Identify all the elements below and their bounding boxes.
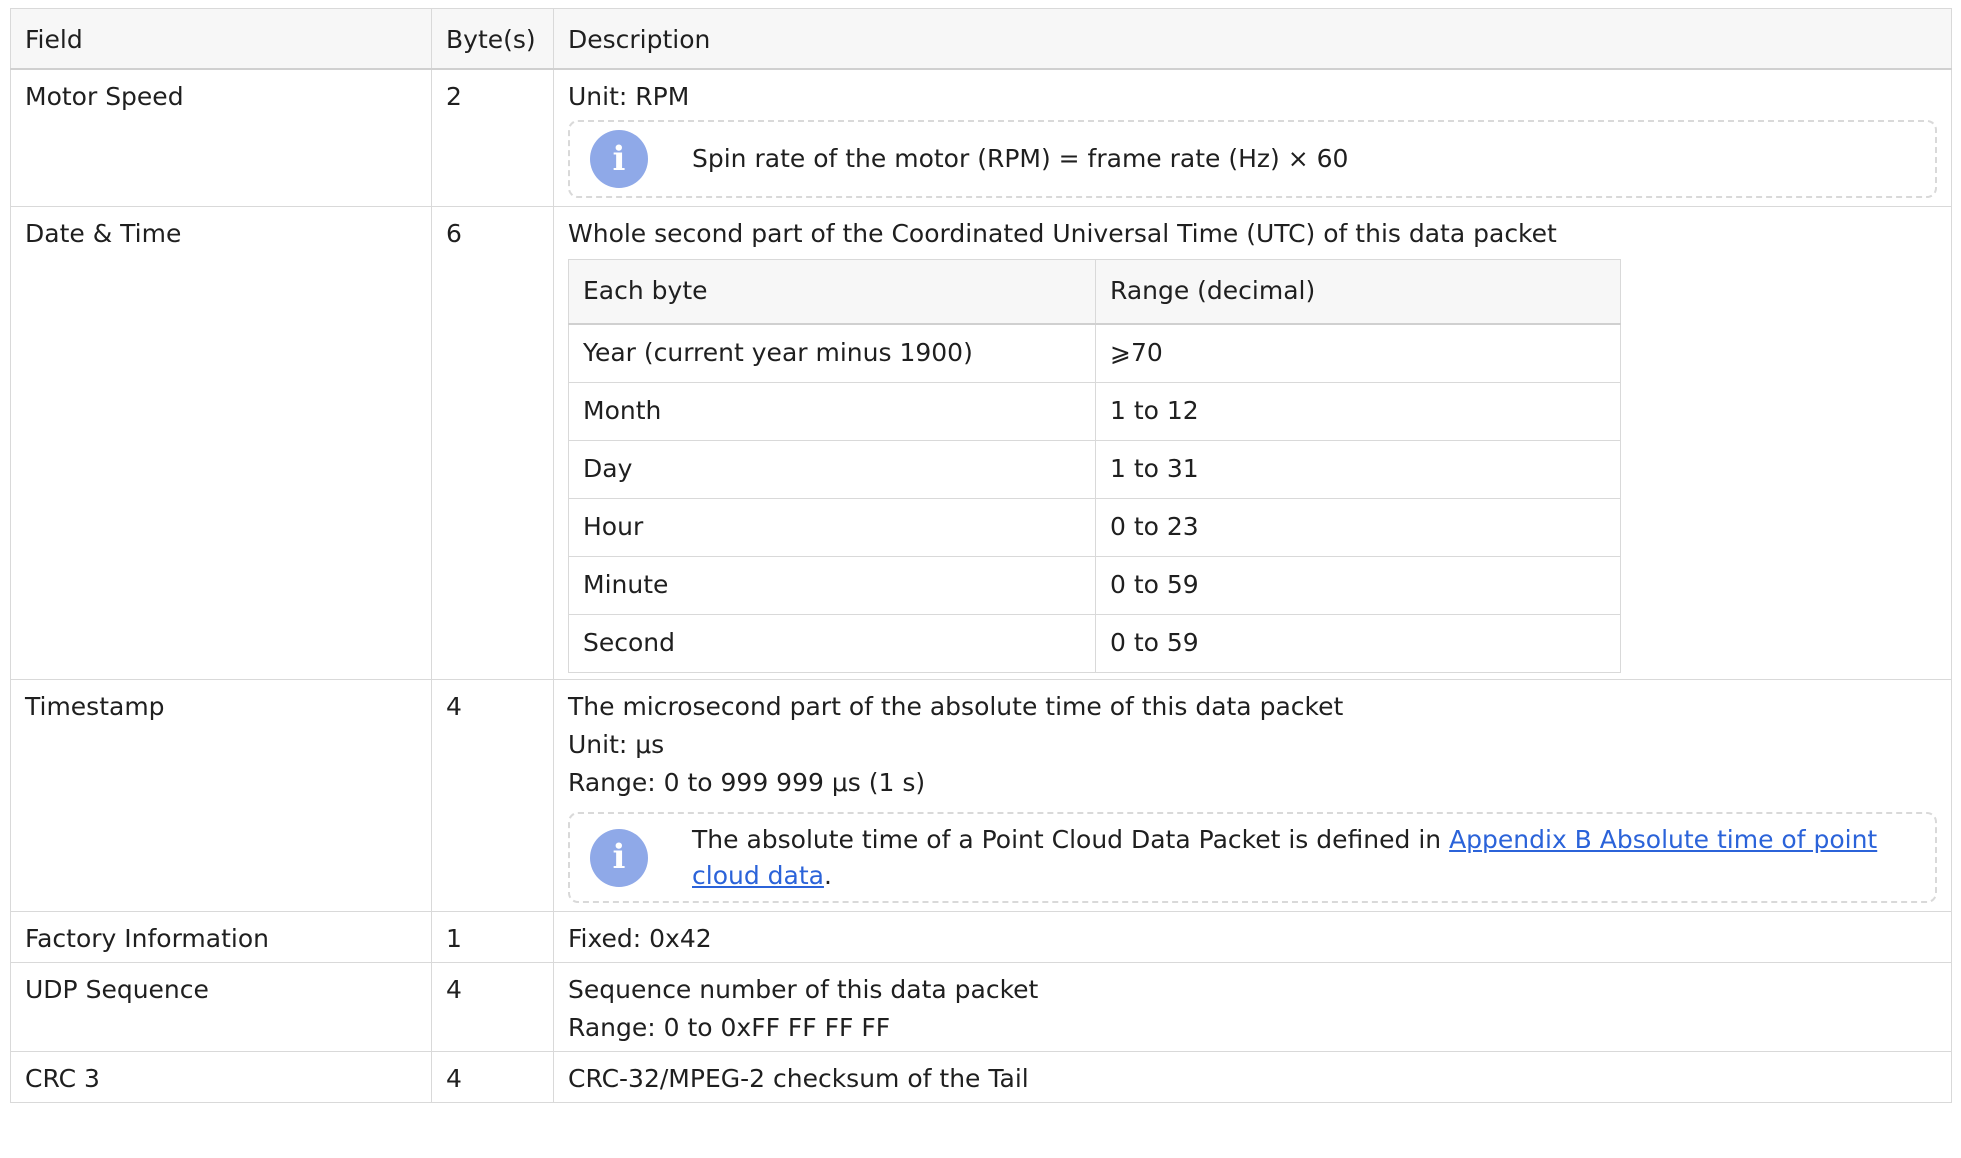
info-note: i The absolute time of a Point Cloud Dat… (568, 812, 1937, 903)
subtable-row: Minute 0 to 59 (568, 556, 1621, 615)
description-cell: The microsecond part of the absolute tim… (553, 679, 1952, 912)
subtable-cell-byte: Year (current year minus 1900) (568, 323, 1096, 383)
description-cell: Fixed: 0x42 (553, 911, 1952, 963)
description-line: Whole second part of the Coordinated Uni… (568, 219, 1557, 248)
header-row: Field Byte(s) Description (10, 8, 1952, 70)
subtable-header-byte: Each byte (568, 259, 1096, 325)
field-name: Timestamp (10, 679, 432, 912)
description-line: The microsecond part of the absolute tim… (568, 692, 1344, 721)
table-row-date-time: Date & Time 6 Whole second part of the C… (10, 206, 1952, 680)
subtable-cell-range: 1 to 12 (1095, 382, 1621, 441)
table-header: Field Byte(s) Description (10, 8, 1952, 70)
subtable-cell-range: 0 to 23 (1095, 498, 1621, 557)
field-table: Field Byte(s) Description Motor Speed 2 … (10, 8, 1952, 1103)
byte-count: 2 (431, 68, 554, 207)
info-icon: i (590, 828, 648, 887)
table-row-timestamp: Timestamp 4 The microsecond part of the … (10, 679, 1952, 912)
subtable-header-row: Each byte Range (decimal) (568, 259, 1621, 325)
byte-count: 4 (431, 679, 554, 912)
subtable-cell-range: 0 to 59 (1095, 556, 1621, 615)
description-line: Range: 0 to 0xFF FF FF FF (568, 1013, 891, 1042)
description-line: Range: 0 to 999 999 μs (1 s) (568, 768, 926, 797)
table-row-udp-sequence: UDP Sequence 4 Sequence number of this d… (10, 962, 1952, 1052)
subtable-cell-byte: Second (568, 614, 1096, 673)
description-cell: Whole second part of the Coordinated Uni… (553, 206, 1952, 680)
field-name: Motor Speed (10, 68, 432, 207)
document-body: Field Byte(s) Description Motor Speed 2 … (0, 0, 1961, 1103)
field-name: Factory Information (10, 911, 432, 963)
table-row-factory-information: Factory Information 1 Fixed: 0x42 (10, 911, 1952, 963)
subtable-header-range: Range (decimal) (1095, 259, 1621, 325)
subtable-row: Year (current year minus 1900) ⩾70 (568, 323, 1621, 383)
description-cell: Sequence number of this data packet Rang… (553, 962, 1952, 1052)
subtable-cell-byte: Day (568, 440, 1096, 499)
note-text: Spin rate of the motor (RPM) = frame rat… (692, 144, 1349, 174)
info-icon: i (590, 130, 648, 188)
description-line: Sequence number of this data packet (568, 975, 1039, 1004)
header-field: Field (10, 8, 432, 70)
table-row-crc-3: CRC 3 4 CRC-32/MPEG-2 checksum of the Ta… (10, 1051, 1952, 1103)
field-name: UDP Sequence (10, 962, 432, 1052)
range-subtable: Each byte Range (decimal) Year (current … (568, 259, 1621, 673)
byte-count: 1 (431, 911, 554, 963)
subtable-cell-byte: Minute (568, 556, 1096, 615)
subtable-row: Month 1 to 12 (568, 382, 1621, 441)
byte-count: 4 (431, 962, 554, 1052)
description-line: Unit: RPM (568, 82, 690, 111)
description-line: CRC-32/MPEG-2 checksum of the Tail (568, 1064, 1029, 1093)
byte-count: 4 (431, 1051, 554, 1103)
subtable-row: Hour 0 to 23 (568, 498, 1621, 557)
subtable-row: Day 1 to 31 (568, 440, 1621, 499)
note-text-before: The absolute time of a Point Cloud Data … (692, 825, 1450, 854)
description-line: Fixed: 0x42 (568, 924, 712, 953)
subtable-row: Second 0 to 59 (568, 614, 1621, 673)
note-text-after: . (823, 860, 832, 890)
table-row-motor-speed: Motor Speed 2 Unit: RPM i Spin rate of t… (10, 68, 1952, 207)
note-text: The absolute time of a Point Cloud Data … (692, 822, 1919, 893)
subtable-cell-byte: Hour (568, 498, 1096, 557)
field-name: Date & Time (10, 206, 432, 680)
header-description: Description (553, 8, 1952, 70)
description-cell: CRC-32/MPEG-2 checksum of the Tail (553, 1051, 1952, 1103)
field-name: CRC 3 (10, 1051, 432, 1103)
info-note: i Spin rate of the motor (RPM) = frame r… (568, 120, 1937, 198)
subtable-cell-range: 0 to 59 (1095, 614, 1621, 673)
subtable-cell-range: 1 to 31 (1095, 440, 1621, 499)
subtable-cell-range: ⩾70 (1095, 323, 1621, 383)
byte-count: 6 (431, 206, 554, 680)
description-line: Unit: μs (568, 730, 665, 759)
subtable-cell-byte: Month (568, 382, 1096, 441)
description-cell: Unit: RPM i Spin rate of the motor (RPM)… (553, 68, 1952, 207)
header-bytes: Byte(s) (431, 8, 554, 70)
